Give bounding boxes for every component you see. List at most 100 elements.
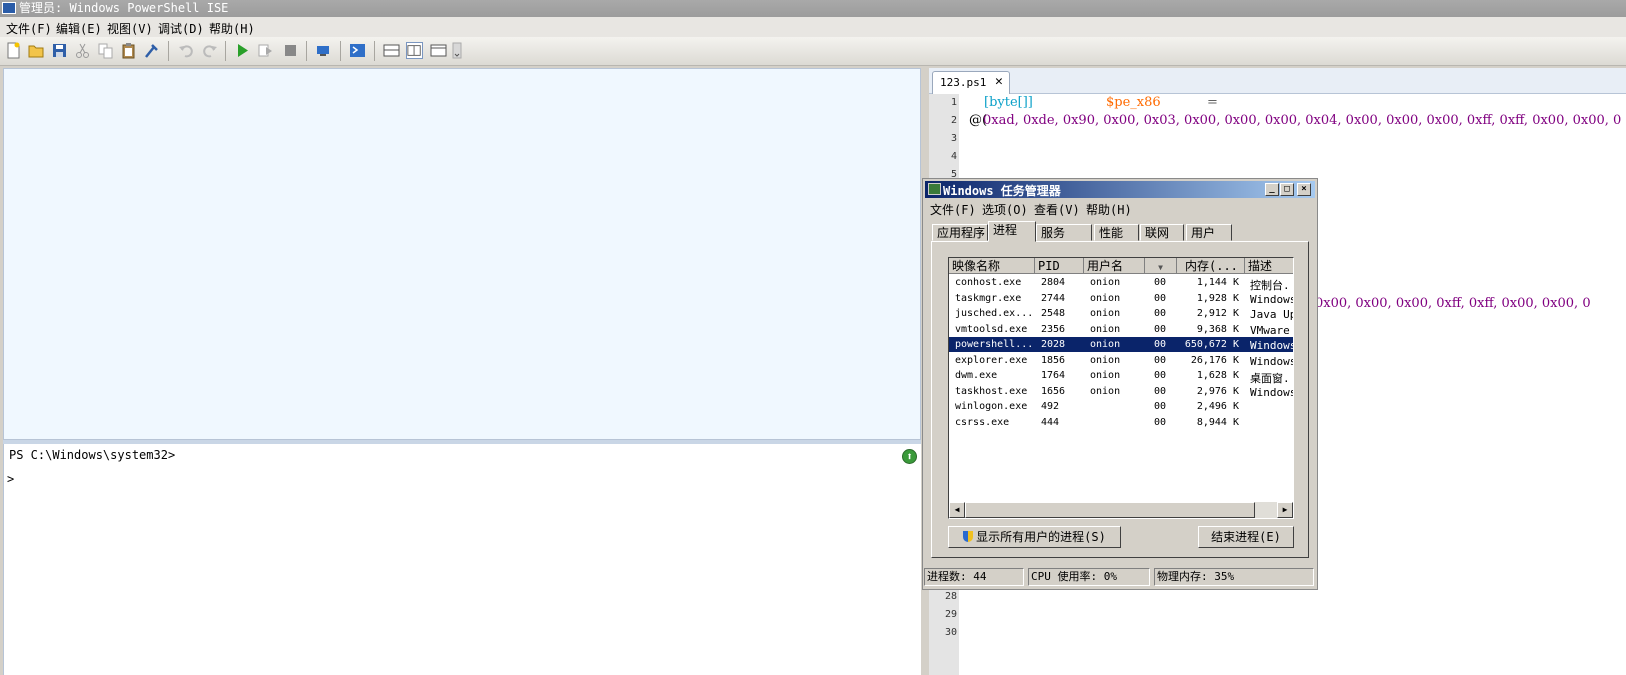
process-pid: 1856 bbox=[1041, 354, 1066, 366]
ise-menubar: 文件(F) 编辑(E) 视图(V) 调试(D) 帮助(H) bbox=[0, 17, 1626, 37]
status-process-count: 进程数: 44 bbox=[924, 568, 1024, 586]
cut-icon[interactable] bbox=[74, 42, 91, 59]
process-session: 00 bbox=[1154, 323, 1167, 335]
scroll-right-icon[interactable]: ▶ bbox=[1277, 502, 1293, 518]
line-number: 2 bbox=[950, 115, 957, 126]
tab-users[interactable]: 用户 bbox=[1186, 224, 1232, 241]
process-pid: 444 bbox=[1041, 416, 1060, 428]
process-row[interactable]: dwm.exe 1764 onion 00 1,628 K 桌面窗. bbox=[949, 368, 1293, 385]
scroll-left-icon[interactable]: ◀ bbox=[949, 502, 965, 518]
undo-icon[interactable] bbox=[178, 42, 195, 59]
process-row[interactable]: conhost.exe 2804 onion 00 1,144 K 控制台. bbox=[949, 275, 1293, 292]
powershell-console-icon[interactable] bbox=[349, 42, 366, 59]
code-byte-values-partial: 0x00, 0x00, 0x00, 0xff, 0xff, 0x00, 0x00… bbox=[1315, 296, 1591, 311]
menu-edit[interactable]: 编辑(E) bbox=[56, 20, 102, 37]
menu-debug[interactable]: 调试(D) bbox=[158, 20, 204, 37]
toolbar-overflow-icon[interactable] bbox=[452, 42, 462, 59]
redo-icon[interactable] bbox=[201, 42, 218, 59]
process-memory: 9,368 K bbox=[1196, 323, 1239, 335]
process-description: VMware bbox=[1250, 323, 1290, 337]
menu-view[interactable]: 视图(V) bbox=[107, 20, 153, 37]
column-description[interactable]: 描述 bbox=[1245, 258, 1293, 274]
script-tab-strip bbox=[929, 68, 1626, 94]
tm-menu-help[interactable]: 帮助(H) bbox=[1086, 201, 1132, 218]
process-row[interactable]: taskhost.exe 1656 onion 00 2,976 K Windows bbox=[949, 384, 1293, 399]
line-number: 29 bbox=[944, 609, 957, 620]
process-memory: 1,144 K bbox=[1196, 277, 1239, 288]
process-name: vmtoolsd.exe bbox=[955, 323, 1028, 335]
process-name: winlogon.exe bbox=[955, 401, 1028, 412]
process-description: Windows bbox=[1250, 354, 1294, 368]
menu-file[interactable]: 文件(F) bbox=[6, 20, 52, 37]
column-memory[interactable]: 内存(... bbox=[1177, 258, 1245, 274]
column-pid[interactable]: PID bbox=[1035, 258, 1084, 274]
process-memory: 650,672 K bbox=[1184, 339, 1239, 350]
process-description: Windows bbox=[1250, 385, 1294, 399]
column-session[interactable]: ▼ bbox=[1145, 258, 1177, 274]
toolbar-separator bbox=[168, 41, 169, 61]
command-pane[interactable]: PS C:\Windows\system32> > bbox=[3, 444, 921, 675]
process-row[interactable]: jusched.ex... 2548 onion 00 2,912 K Java Up bbox=[949, 306, 1293, 321]
column-image-name[interactable]: 映像名称 bbox=[949, 258, 1035, 274]
script-output-pane[interactable] bbox=[3, 68, 921, 440]
new-file-icon[interactable] bbox=[5, 42, 22, 59]
tm-menu-options[interactable]: 选项(O) bbox=[982, 201, 1028, 218]
layout-top-icon[interactable] bbox=[383, 42, 400, 59]
task-manager-title-bar[interactable]: Windows 任务管理器 _ □ × bbox=[925, 181, 1315, 198]
collapse-arrow-icon[interactable]: ⬆ bbox=[902, 449, 917, 464]
run-selection-icon[interactable] bbox=[257, 42, 274, 59]
layout-max-icon[interactable] bbox=[430, 42, 447, 59]
stop-icon[interactable] bbox=[282, 42, 299, 59]
show-all-users-button[interactable]: 显示所有用户的进程(S) bbox=[948, 526, 1121, 548]
powershell-icon bbox=[2, 2, 16, 14]
scrollbar-thumb[interactable] bbox=[965, 502, 1255, 518]
layout-right-icon[interactable] bbox=[406, 42, 423, 59]
end-process-button[interactable]: 结束进程(E) bbox=[1198, 526, 1294, 548]
line-number: 30 bbox=[944, 627, 957, 638]
process-row[interactable]: vmtoolsd.exe 2356 onion 00 9,368 K VMware bbox=[949, 322, 1293, 337]
process-row[interactable]: csrss.exe 444 00 8,944 K bbox=[949, 415, 1293, 430]
close-icon[interactable]: × bbox=[1297, 183, 1311, 196]
menu-help[interactable]: 帮助(H) bbox=[209, 20, 255, 37]
tm-menu-view[interactable]: 查看(V) bbox=[1034, 201, 1080, 218]
process-session: 00 bbox=[1154, 370, 1167, 381]
open-folder-icon[interactable] bbox=[28, 42, 45, 59]
tab-applications[interactable]: 应用程序 bbox=[932, 224, 988, 241]
column-user-name[interactable]: 用户名 bbox=[1084, 258, 1145, 274]
remote-powershell-icon[interactable] bbox=[315, 42, 332, 59]
save-icon[interactable] bbox=[51, 42, 68, 59]
paste-icon[interactable] bbox=[120, 42, 137, 59]
clear-console-icon[interactable] bbox=[143, 42, 160, 59]
minimize-icon[interactable]: _ bbox=[1265, 183, 1279, 196]
process-row[interactable]: powershell... 2028 onion 00 650,672 K Windows bbox=[949, 337, 1293, 352]
tab-processes[interactable]: 进程 bbox=[988, 221, 1036, 242]
maximize-icon[interactable]: □ bbox=[1280, 183, 1294, 196]
tab-services[interactable]: 服务 bbox=[1036, 224, 1092, 241]
tm-menu-file[interactable]: 文件(F) bbox=[930, 201, 976, 218]
console-input[interactable]: > bbox=[7, 472, 14, 486]
process-session: 00 bbox=[1154, 292, 1167, 304]
process-pid: 2548 bbox=[1041, 308, 1066, 319]
close-icon[interactable]: ✕ bbox=[995, 74, 1003, 89]
tab-123-ps1[interactable]: 123.ps1 ✕ bbox=[932, 71, 1010, 94]
process-row[interactable]: taskmgr.exe 2744 onion 00 1,928 K Windows bbox=[949, 291, 1293, 306]
process-row[interactable]: explorer.exe 1856 onion 00 26,176 K Windows bbox=[949, 353, 1293, 368]
process-name: taskhost.exe bbox=[955, 385, 1028, 397]
process-memory: 8,944 K bbox=[1196, 416, 1239, 428]
task-manager-status-bar: 进程数: 44 CPU 使用率: 0% 物理内存: 35% bbox=[924, 568, 1314, 587]
tab-performance[interactable]: 性能 bbox=[1094, 224, 1139, 241]
status-physical-memory: 物理内存: 35% bbox=[1154, 568, 1314, 586]
process-row[interactable]: winlogon.exe 492 00 2,496 K bbox=[949, 399, 1293, 414]
process-session: 00 bbox=[1154, 339, 1167, 350]
code-operator-token: = bbox=[1207, 95, 1218, 110]
ise-window-title: 管理员: Windows PowerShell ISE bbox=[19, 1, 229, 15]
task-manager-title: Windows 任务管理器 bbox=[943, 184, 1061, 198]
tab-networking[interactable]: 联网 bbox=[1140, 224, 1184, 241]
process-user: onion bbox=[1090, 308, 1121, 319]
uac-shield-icon bbox=[963, 531, 974, 542]
copy-icon[interactable] bbox=[97, 42, 114, 59]
process-list[interactable]: 映像名称 PID 用户名 ▼ 内存(... 描述 conhost.exe 2804… bbox=[948, 257, 1294, 519]
code-type-token: [byte[]] bbox=[984, 95, 1033, 110]
run-script-icon[interactable] bbox=[234, 42, 251, 59]
process-pid: 2744 bbox=[1041, 292, 1066, 304]
